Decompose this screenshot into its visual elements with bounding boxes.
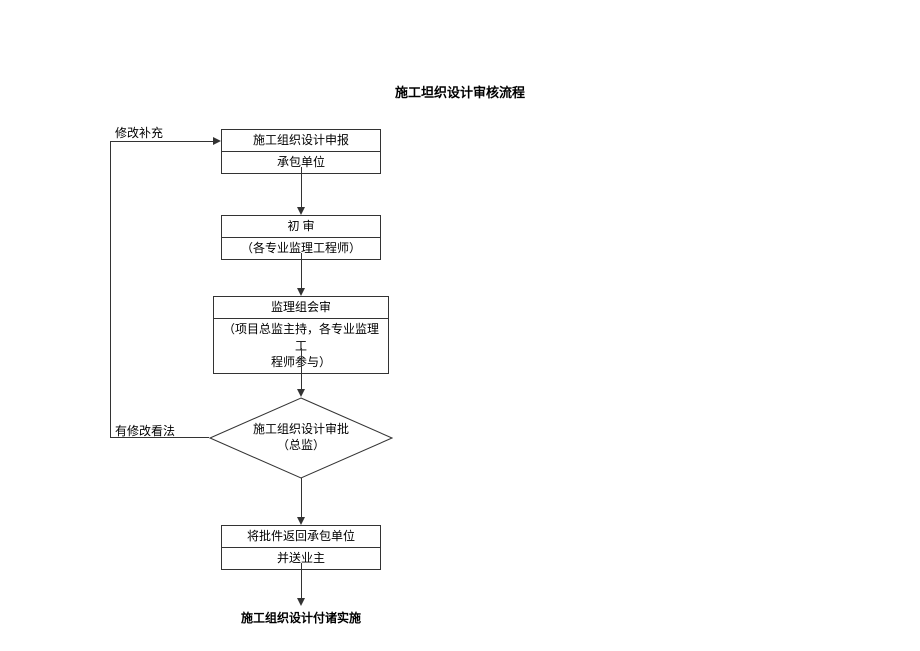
arrow-1-line (301, 167, 302, 208)
arrow-1-head (297, 207, 305, 215)
arrow-2-line (301, 253, 302, 289)
decision-approval: 施工组织设计审批 （总监） (209, 397, 393, 479)
arrow-4-line (301, 478, 302, 518)
arrow-3-line (301, 348, 302, 390)
box-return-title: 将批件返回承包单位 (222, 526, 380, 547)
arrow-3-head (297, 389, 305, 397)
final-implementation: 施工组织设计付诸实施 (221, 609, 381, 626)
box-submit-title: 施工组织设计申报 (222, 130, 380, 151)
feedback-arrowhead (213, 137, 221, 145)
box-initial-title: 初 审 (222, 216, 380, 237)
decision-title: 施工组织设计审批 (253, 422, 349, 438)
arrow-5-head (297, 598, 305, 606)
label-has-modify: 有修改看法 (115, 422, 175, 439)
arrow-5-line (301, 563, 302, 599)
label-modify-top: 修改补充 (115, 124, 163, 141)
decision-sub: （总监） (277, 438, 325, 454)
flowchart-title: 施工坦织设计审核流程 (0, 82, 920, 101)
arrow-2-head (297, 288, 305, 296)
arrow-4-head (297, 517, 305, 525)
feedback-v (110, 141, 111, 438)
box-group-title: 监理组会审 (214, 297, 388, 318)
feedback-h-top (110, 141, 213, 142)
